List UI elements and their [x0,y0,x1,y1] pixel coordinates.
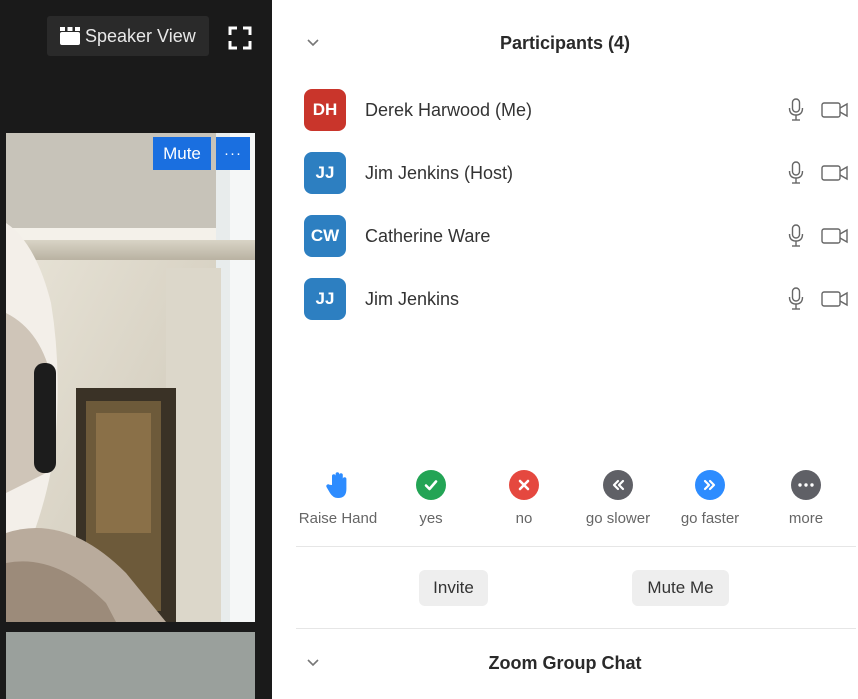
chevron-down-icon[interactable] [306,656,320,670]
participant-name: Derek Harwood (Me) [365,99,533,120]
reaction-label: yes [419,510,443,527]
participants-title: Participants (4) [499,32,631,53]
reaction-label: go faster [680,510,740,527]
video-feed-image [6,133,255,622]
microphone-icon[interactable] [788,287,804,311]
video-camera-icon[interactable] [821,226,849,246]
tile-mute-button[interactable]: Mute [153,137,211,170]
avatar: CW [304,215,346,257]
participant-row[interactable]: JJ Jim Jenkins (Host) [272,143,858,203]
raise-hand-button[interactable]: Raise Hand [288,470,388,527]
video-camera-icon[interactable] [821,100,849,120]
mute-me-button[interactable]: Mute Me [632,570,729,606]
video-pane: Speaker View [0,0,272,699]
raise-hand-icon [323,470,353,500]
participant-name: Jim Jenkins (Host) [365,162,514,183]
speaker-view-icon [59,26,81,46]
chevron-down-icon[interactable] [306,36,320,50]
x-icon [509,470,539,500]
avatar: JJ [304,278,346,320]
check-icon [416,470,446,500]
reaction-label: more [788,510,824,527]
fast-forward-icon [695,470,725,500]
avatar: JJ [304,152,346,194]
participant-name: Jim Jenkins [365,288,460,309]
rewind-icon [603,470,633,500]
invite-button[interactable]: Invite [419,570,488,606]
divider [296,628,856,629]
participant-video-tile [6,133,255,622]
divider [296,546,856,547]
avatar: DH [304,89,346,131]
participant-row[interactable]: JJ Jim Jenkins [272,269,858,329]
ellipsis-icon [791,470,821,500]
no-button[interactable]: no [474,470,574,527]
go-faster-button[interactable]: go faster [660,470,760,527]
video-camera-icon[interactable] [821,163,849,183]
chat-header: Zoom Group Chat [272,633,858,693]
video-camera-icon[interactable] [821,289,849,309]
participants-panel: Participants (4) DH Derek Harwood (Me) J… [272,0,858,699]
tile-more-button[interactable]: ··· [216,137,250,170]
participant-name: Catherine Ware [365,225,491,246]
participant-row[interactable]: CW Catherine Ware [272,206,858,266]
go-slower-button[interactable]: go slower [568,470,668,527]
reaction-label: no [515,510,533,527]
speaker-view-button[interactable]: Speaker View [47,16,209,56]
microphone-icon[interactable] [788,161,804,185]
reactions-bar: Raise Hand yes no go slower go faster mo… [272,470,858,540]
second-video-tile [6,632,255,699]
microphone-icon[interactable] [788,98,804,122]
participant-row[interactable]: DH Derek Harwood (Me) [272,80,858,140]
chat-title: Zoom Group Chat [488,652,642,673]
speaker-view-label: Speaker View [85,25,196,46]
reaction-label: Raise Hand [298,510,378,527]
microphone-icon[interactable] [788,224,804,248]
yes-button[interactable]: yes [381,470,481,527]
fullscreen-icon[interactable] [228,26,252,50]
reaction-label: go slower [585,510,651,527]
more-reactions-button[interactable]: more [756,470,856,527]
participants-header: Participants (4) [272,13,858,73]
